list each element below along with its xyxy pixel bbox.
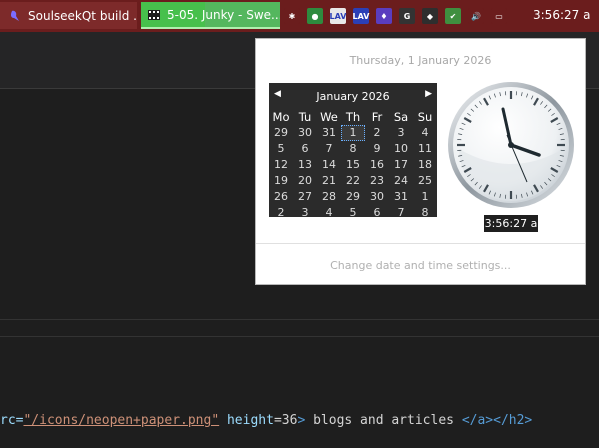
calendar-day-cell[interactable]: 29 <box>341 189 365 205</box>
volume-icon[interactable]: 🔊 <box>468 8 484 24</box>
calendar-day-cell[interactable]: 31 <box>317 125 341 141</box>
calendar-day-cell[interactable]: 11 <box>413 141 437 157</box>
code-text: blogs and articles <box>305 413 462 428</box>
datetime-flyout: Thursday, 1 January 2026 ◀ January 2026 … <box>255 38 586 285</box>
calendar-day-cell[interactable]: 23 <box>365 173 389 189</box>
calendar-day-cell[interactable]: 24 <box>389 173 413 189</box>
calendar-day-cell[interactable]: 5 <box>341 205 365 221</box>
calendar-day-cell[interactable]: 13 <box>293 157 317 173</box>
taskbar-item-media-player[interactable]: 5-05. Junky - Swe... <box>141 2 280 29</box>
calendar-day-cell[interactable]: 30 <box>293 125 317 141</box>
calendar-day-cell[interactable]: 19 <box>269 173 293 189</box>
calendar-day-cell[interactable]: 6 <box>365 205 389 221</box>
calendar-day-cell[interactable]: 16 <box>365 157 389 173</box>
calendar-day-cell[interactable]: 20 <box>293 173 317 189</box>
calendar-day-cell[interactable]: 3 <box>389 125 413 141</box>
shield-icon[interactable]: ◆ <box>422 8 438 24</box>
security-check-icon[interactable]: ✔ <box>445 8 461 24</box>
calendar-day-cell[interactable]: 7 <box>389 205 413 221</box>
calendar-day-cell[interactable]: 4 <box>413 125 437 141</box>
calendar-day-cell[interactable]: 2 <box>365 125 389 141</box>
calendar-day-cell[interactable]: 30 <box>365 189 389 205</box>
lav-blue-icon[interactable]: LAV <box>353 8 369 24</box>
taskbar-item-label: 5-05. Junky - Swe... <box>167 7 280 22</box>
digital-time: 3:56:27 a <box>484 215 538 232</box>
change-date-time-settings-link[interactable]: Change date and time settings... <box>256 259 585 272</box>
calendar-day-cell[interactable]: 10 <box>389 141 413 157</box>
notification-icon[interactable]: ✱ <box>284 8 300 24</box>
code-string-src[interactable]: "/icons/neopen+paper.png" <box>23 413 219 428</box>
calendar-next-month-icon[interactable]: ▶ <box>425 89 432 99</box>
calendar-weekday: Mo <box>272 110 290 124</box>
calendar-day-cell[interactable]: 6 <box>293 141 317 157</box>
calendar-day-cell[interactable]: 2 <box>269 205 293 221</box>
lav-icon[interactable]: LAV <box>330 8 346 24</box>
calendar-week-row: 26 27 28 29 30 31 1 <box>269 189 437 205</box>
calendar-week-row: 2345678 <box>269 205 437 221</box>
calendar-day-cell[interactable]: 28 <box>317 189 341 205</box>
calendar-day-cell[interactable]: 17 <box>389 157 413 173</box>
calendar-month-title[interactable]: January 2026 <box>269 90 437 103</box>
calendar-day-cell[interactable]: 22 <box>341 173 365 189</box>
calendar-week-row: 29 30 31 1 2 3 4 <box>269 125 437 141</box>
calendar-grid: 29 30 31 1 2 3 4 5 6 7 8 9 10 11 12 13 14 15 16 17 18 19 20 21 2… <box>269 125 437 221</box>
calendar-day-cell[interactable]: 21 <box>317 173 341 189</box>
system-tray: ✱ ● LAV LAV ♦ G ◆ ✔ 🔊 ▭ <box>284 0 514 32</box>
action-center-icon[interactable]: ▭ <box>491 8 507 24</box>
calendar: ◀ January 2026 ▶ Mo Tu We Th Fr Sa Su 29 30 31 1 2… <box>269 83 437 219</box>
calendar-day-cell[interactable]: 31 <box>389 189 413 205</box>
long-date[interactable]: Thursday, 1 January 2026 <box>256 54 585 67</box>
taskbar: SoulseekQt build ... 5-05. Junky - Swe..… <box>0 0 599 32</box>
calendar-weekday: Th <box>345 110 361 124</box>
code-closing-tags: </a></h2> <box>461 413 533 428</box>
calendar-week-row: 12 13 14 15 16 17 18 <box>269 157 437 173</box>
editor-line-highlight-top <box>0 319 599 320</box>
calendar-day-cell[interactable]: 3 <box>293 205 317 221</box>
calendar-week-row: 5 6 7 8 9 10 11 <box>269 141 437 157</box>
code-attr-height: height <box>219 413 274 428</box>
calendar-day-cell[interactable]: 26 <box>269 189 293 205</box>
calendar-day-cell[interactable]: 29 <box>269 125 293 141</box>
green-circle-icon[interactable]: ● <box>307 8 323 24</box>
calendar-weekday: We <box>320 110 338 124</box>
calendar-weekday: Sa <box>393 110 409 124</box>
calendar-day-cell[interactable]: 18 <box>413 157 437 173</box>
calendar-day-cell[interactable]: 14 <box>317 157 341 173</box>
taskbar-clock[interactable]: 3:56:27 a <box>533 8 590 22</box>
calendar-day-cell[interactable]: 8 <box>413 205 437 221</box>
calendar-day-cell[interactable]: 7 <box>317 141 341 157</box>
calendar-header: ◀ January 2026 ▶ <box>269 83 437 109</box>
clock-center <box>508 142 514 148</box>
google-icon[interactable]: G <box>399 8 415 24</box>
calendar-day-cell[interactable]: 25 <box>413 173 437 189</box>
code-value-height: =36 <box>273 413 298 428</box>
calendar-day-cell[interactable]: 12 <box>269 157 293 173</box>
code-line[interactable]: rc="/icons/neopen+paper.png" height=36> … <box>0 413 532 428</box>
calendar-day-cell[interactable]: 27 <box>293 189 317 205</box>
calendar-week-row: 19 20 21 22 23 24 25 <box>269 173 437 189</box>
calendar-day-cell[interactable]: 4 <box>317 205 341 221</box>
taskbar-item-label: SoulseekQt build ... <box>28 8 137 23</box>
calendar-weekday: Tu <box>298 110 312 124</box>
code-attr-src: rc= <box>0 413 24 428</box>
editor-line-highlight-bottom <box>0 336 599 337</box>
calendar-day-cell[interactable]: 15 <box>341 157 365 173</box>
calendar-day-cell[interactable]: 8 <box>341 141 365 157</box>
taskbar-item-soulseek[interactable]: SoulseekQt build ... <box>0 2 137 29</box>
calendar-weekday: Fr <box>371 110 383 124</box>
calendar-weekday: Su <box>417 110 433 124</box>
calendar-today-cell[interactable]: 1 <box>341 125 365 141</box>
calendar-day-cell[interactable]: 9 <box>365 141 389 157</box>
calendar-day-cell[interactable]: 1 <box>413 189 437 205</box>
wizard-icon[interactable]: ♦ <box>376 8 392 24</box>
soulseek-bird-icon <box>10 10 19 21</box>
divider <box>256 243 585 244</box>
analog-clock <box>448 82 574 208</box>
calendar-day-cell[interactable]: 5 <box>269 141 293 157</box>
calendar-weekdays: Mo Tu We Th Fr Sa Su <box>269 109 437 125</box>
media-player-icon <box>148 9 160 20</box>
